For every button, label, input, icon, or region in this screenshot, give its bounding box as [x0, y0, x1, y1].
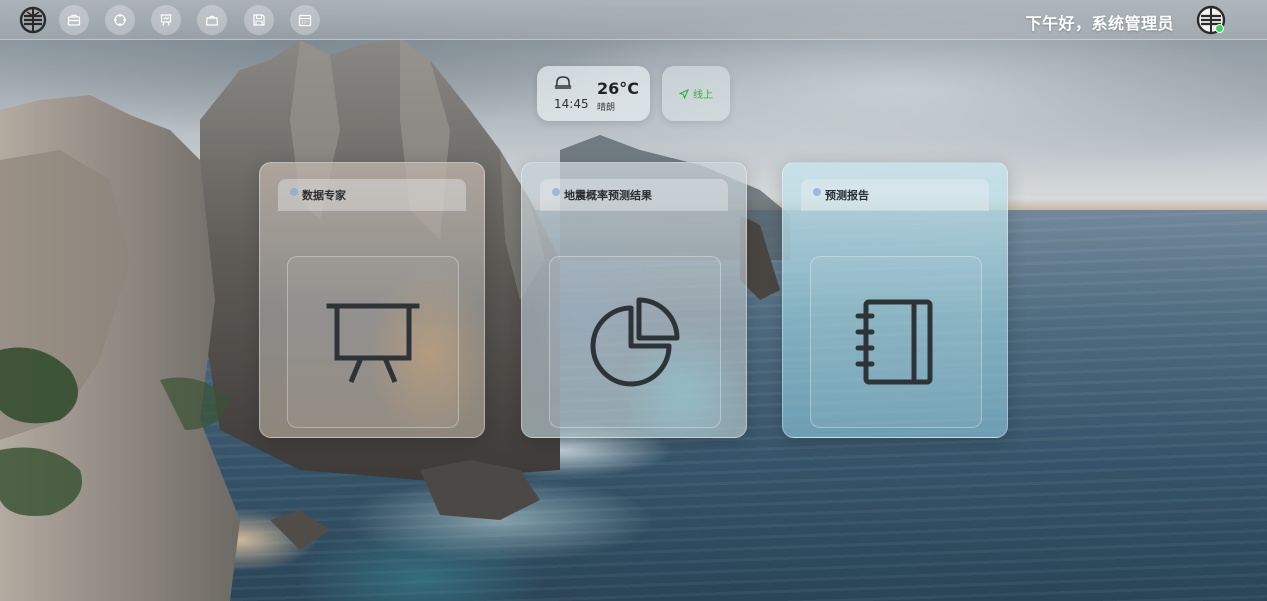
card-header-dot — [552, 188, 560, 196]
online-status-label: 线上 — [693, 90, 713, 101]
card-icon-box — [549, 256, 721, 428]
weather-widget: 14:45 26°C 晴朗 — [537, 66, 650, 121]
briefcase-icon — [67, 14, 81, 26]
navigation-icon — [679, 88, 689, 99]
weather-condition: 晴朗 — [597, 103, 616, 113]
crosshair-icon — [114, 14, 126, 26]
card-data-expert[interactable]: 数据专家 — [259, 162, 485, 438]
nav-presentation-button[interactable] — [151, 5, 181, 35]
save-icon — [253, 14, 265, 26]
card-forecast-report[interactable]: 预测报告 — [782, 162, 1008, 438]
greeting-text: 下午好，系统管理员 — [1025, 14, 1174, 33]
presentation-board-icon — [326, 303, 420, 383]
nav-briefcase-button[interactable] — [59, 5, 89, 35]
toolbox-icon — [205, 15, 219, 26]
online-status-dot — [1215, 24, 1224, 33]
nav-save-button[interactable] — [244, 5, 274, 35]
card-header: 预测报告 — [801, 179, 989, 211]
pie-chart-icon — [590, 297, 680, 387]
presentation-icon — [160, 14, 172, 26]
card-header-dot — [290, 188, 298, 196]
app-logo-icon[interactable] — [19, 6, 47, 34]
nav-crosshair-button[interactable] — [105, 5, 135, 35]
current-time: 14:45 — [554, 97, 589, 111]
card-title: 地震概率预测结果 — [564, 189, 652, 202]
notebook-icon — [855, 299, 933, 385]
online-status-button[interactable]: 线上 — [662, 66, 730, 121]
temperature: 26°C — [597, 79, 640, 98]
top-bar: 下午好，系统管理员 — [0, 0, 1267, 40]
card-header: 地震概率预测结果 — [540, 179, 728, 211]
card-title: 预测报告 — [825, 189, 869, 202]
nav-calendar-button[interactable] — [290, 5, 320, 35]
nav-toolbox-button[interactable] — [197, 5, 227, 35]
card-title: 数据专家 — [302, 189, 346, 202]
calendar-icon — [298, 14, 312, 27]
card-icon-box — [287, 256, 459, 428]
card-header: 数据专家 — [278, 179, 466, 211]
card-earthquake-probability[interactable]: 地震概率预测结果 — [521, 162, 747, 438]
card-icon-box — [810, 256, 982, 428]
card-header-dot — [813, 188, 821, 196]
bell-icon — [554, 76, 572, 89]
